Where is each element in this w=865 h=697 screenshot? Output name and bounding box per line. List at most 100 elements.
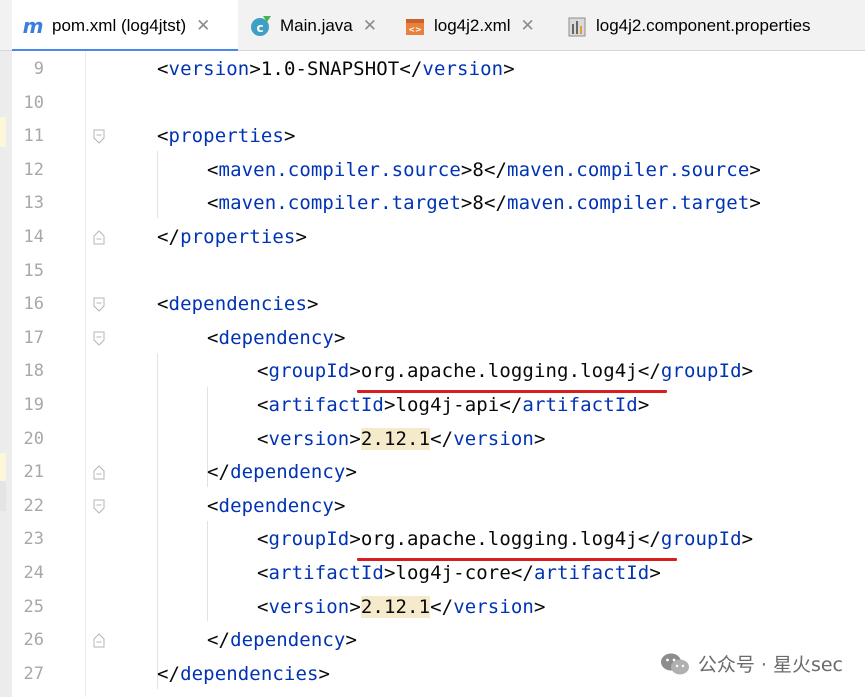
close-icon[interactable]: ✕	[521, 16, 535, 36]
line-number: 16	[23, 294, 44, 315]
close-icon[interactable]: ✕	[363, 16, 377, 36]
wechat-icon	[660, 653, 689, 674]
line-number: 25	[23, 596, 44, 617]
tag-bracket: </	[637, 528, 661, 551]
tag-bracket: >	[295, 226, 308, 248]
tag-name: maven.compiler.source	[218, 158, 461, 181]
element-value: 8	[472, 192, 484, 215]
xml-element[interactable]: <dependency>	[207, 490, 345, 524]
code-line[interactable]: 17 <dependency>	[0, 322, 865, 356]
code-line[interactable]: 18 <groupId>org.apache.logging.log4j</gro…	[0, 355, 865, 389]
fold-close-icon[interactable]	[93, 633, 105, 648]
tag-bracket: </	[157, 226, 181, 248]
code-line[interactable]: 22 <dependency>	[0, 490, 865, 524]
tag-name: artifactId	[268, 562, 384, 584]
code-line[interactable]: 24 <artifactId>log4j-core</artifactId>	[0, 557, 865, 591]
tag-name: version	[268, 595, 350, 618]
close-icon[interactable]: ✕	[196, 16, 210, 36]
xml-element[interactable]: <version>2.12.1</version>	[257, 591, 546, 625]
maven-icon: m	[22, 13, 44, 38]
line-number: 21	[23, 462, 44, 483]
line-number: 20	[23, 428, 44, 449]
tag-bracket: </	[207, 461, 231, 484]
tag-bracket: >	[749, 192, 761, 215]
code-line[interactable]: 12 <maven.compiler.source>8</maven.compil…	[0, 154, 865, 188]
svg-text:<>: <>	[408, 25, 421, 34]
code-line[interactable]: 15	[0, 255, 865, 289]
tag-bracket: <	[207, 192, 219, 215]
tag-name: groupId	[660, 528, 742, 551]
xml-element[interactable]: <groupId>org.apache.logging.log4j</group…	[257, 355, 753, 389]
code-line[interactable]: 16 <dependencies>	[0, 288, 865, 322]
tag-name: version	[168, 58, 250, 80]
line-number: 23	[23, 529, 44, 550]
tag-name: maven.compiler.target	[507, 192, 750, 215]
tag-name: maven.compiler.source	[507, 158, 750, 181]
tag-bracket: <	[207, 326, 219, 349]
tag-name: dependencies	[168, 293, 308, 316]
line-number: 14	[23, 227, 44, 247]
tag-bracket: >	[503, 58, 515, 80]
tag-bracket: </	[399, 58, 423, 80]
line-number: 24	[23, 563, 44, 583]
code-line[interactable]: 10	[0, 87, 865, 121]
xml-element[interactable]: </dependencies>	[157, 658, 330, 692]
tag-name: maven.compiler.target	[218, 192, 461, 215]
tag-bracket: <	[257, 595, 269, 618]
tab-log4j2-component-properties[interactable]: log4j2.component.properties	[566, 0, 811, 51]
xml-element[interactable]: <version>1.0-SNAPSHOT</version>	[157, 53, 515, 87]
line-number: 13	[23, 193, 44, 214]
tab-pom-xml[interactable]: m pom.xml (log4jtst) ✕	[12, 0, 238, 52]
tag-bracket: </	[483, 192, 508, 215]
tag-bracket: </	[157, 662, 181, 685]
tag-name: dependency	[218, 494, 334, 517]
fold-open-icon[interactable]	[93, 297, 105, 312]
xml-element[interactable]: </dependency>	[207, 456, 357, 490]
xml-element[interactable]: <dependencies>	[157, 288, 319, 322]
xml-element[interactable]: <artifactId>log4j-core</artifactId>	[257, 557, 661, 591]
code-line[interactable]: 21 </dependency>	[0, 456, 865, 490]
code-line[interactable]: 25 <version>2.12.1</version>	[0, 591, 865, 625]
code-line[interactable]: 14 </properties>	[0, 221, 865, 255]
xml-element[interactable]: <artifactId>log4j-api</artifactId>	[257, 389, 649, 423]
fold-close-icon[interactable]	[93, 465, 105, 480]
element-value: 2.12.1	[360, 427, 431, 450]
tab-main-java[interactable]: c Main.java ✕	[250, 0, 377, 51]
line-number: 27	[23, 663, 44, 684]
code-line[interactable]: 19 <artifactId>log4j-api</artifactId>	[0, 389, 865, 423]
line-number: 19	[23, 395, 44, 415]
code-line[interactable]: 23 <groupId>org.apache.logging.log4j</gro…	[0, 523, 865, 557]
xml-element[interactable]: <version>2.12.1</version>	[257, 423, 546, 457]
tag-name: dependencies	[180, 662, 319, 685]
xml-element[interactable]: <maven.compiler.target>8</maven.compiler…	[207, 187, 761, 221]
tag-name: groupId	[268, 360, 350, 383]
xml-file-icon: <>	[404, 15, 426, 37]
tag-name: groupId	[660, 360, 742, 383]
xml-element[interactable]: <groupId>org.apache.logging.log4j</group…	[257, 523, 753, 557]
tag-bracket: >	[383, 562, 396, 584]
line-number: 12	[23, 159, 44, 180]
tag-bracket: >	[383, 394, 396, 416]
tag-name: version	[453, 595, 534, 618]
code-line[interactable]: 9 <version>1.0-SNAPSHOT</version>	[0, 53, 865, 87]
tag-bracket: >	[741, 360, 754, 383]
tag-name: dependency	[218, 326, 334, 349]
properties-file-icon	[566, 15, 588, 37]
fold-open-icon[interactable]	[93, 499, 105, 514]
xml-element[interactable]: <maven.compiler.source>8</maven.compiler…	[207, 154, 761, 188]
tag-name: properties	[180, 226, 296, 248]
line-number: 9	[33, 59, 44, 79]
fold-open-icon[interactable]	[93, 129, 105, 144]
element-value: log4j-core	[395, 562, 511, 584]
fold-open-icon[interactable]	[93, 331, 105, 346]
xml-element[interactable]: <dependency>	[207, 322, 345, 356]
code-line[interactable]: 20 <version>2.12.1</version>	[0, 423, 865, 457]
tab-log4j2-xml[interactable]: <> log4j2.xml ✕	[404, 0, 535, 51]
fold-close-icon[interactable]	[93, 230, 105, 245]
xml-element[interactable]: </dependency>	[207, 624, 357, 658]
xml-element[interactable]: <properties>	[157, 120, 295, 154]
code-line[interactable]: 13 <maven.compiler.target>8</maven.compil…	[0, 187, 865, 221]
xml-element[interactable]: </properties>	[157, 221, 307, 255]
code-editor[interactable]: 9 <version>1.0-SNAPSHOT</version> 10 11 <pro…	[0, 51, 865, 697]
code-line[interactable]: 11 <properties>	[0, 120, 865, 154]
